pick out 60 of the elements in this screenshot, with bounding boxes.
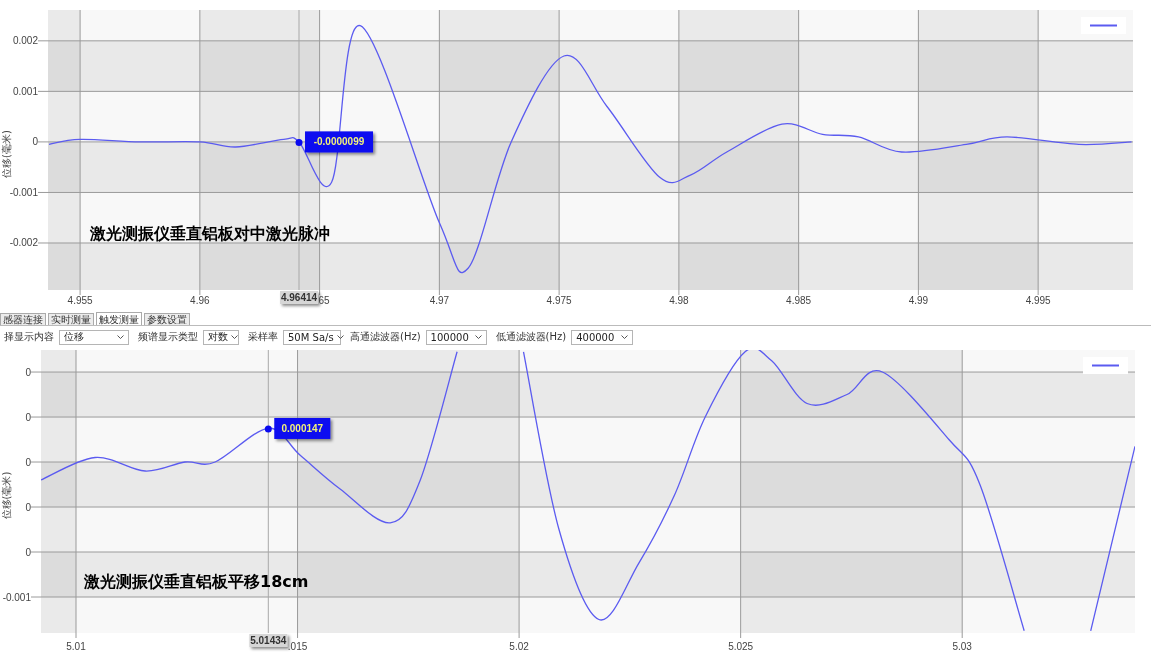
field-label: 高通滤波器(Hz) (350, 330, 421, 344)
field-label: 低通滤波器(Hz) (495, 330, 567, 344)
dropdown-field[interactable]: 100000 (425, 329, 487, 345)
cursor-point (264, 425, 272, 433)
cursor-point (295, 138, 303, 146)
caret-icon (117, 335, 124, 339)
tab[interactable]: 实时测量 (48, 313, 94, 325)
caret-icon (474, 335, 482, 339)
dropdown-field[interactable]: 400000 (571, 329, 634, 345)
axis-tick-label: -0.001 (2, 591, 31, 603)
tab[interactable]: 触发测量 (96, 312, 142, 325)
value-tooltip: -0.0000099 (305, 131, 373, 153)
caret-icon (336, 335, 344, 339)
axis-tick-label: 5.02 (509, 641, 529, 652)
axis-tick-label: 5.01 (66, 641, 86, 652)
caret-icon (621, 335, 629, 339)
axis-tick-label: 4.98 (669, 295, 689, 306)
cursor-line[interactable] (267, 349, 269, 634)
cursor-x-label: 4.96414 (280, 291, 318, 304)
axis-tick-label: 5.03 (952, 641, 972, 652)
axis-tick-label: 0 (25, 411, 31, 423)
axis-tick-label: 4.99 (908, 295, 929, 306)
axis-tick-label: 0 (25, 456, 31, 468)
dropdown-field[interactable]: 位移 (59, 329, 129, 345)
field-label: 频谱显示类型 (138, 330, 198, 344)
legend-swatch (1081, 17, 1126, 34)
dropdown-field[interactable]: 50M Sa/s (283, 329, 341, 345)
cursor-x-label: 5.01434 (249, 634, 288, 647)
axis-tick-label: 4.96 (190, 295, 210, 306)
axis-tick-label: 0 (32, 136, 38, 148)
axis-tick-label: 4.97 (429, 295, 450, 306)
axis-tick-label: 0 (25, 501, 31, 513)
axis-tick-label: -0.002 (9, 237, 38, 249)
cursor-line[interactable] (298, 9, 300, 291)
dropdown-field[interactable]: 对数 (203, 329, 239, 345)
tab[interactable]: 参数设置 (144, 313, 190, 325)
axis-tick-label: 4.975 (546, 295, 572, 306)
axis-tick-label: 0.001 (12, 85, 38, 97)
axis-tick-label: 4.995 (1025, 295, 1051, 306)
tab[interactable]: 感器连接 (0, 313, 46, 325)
axis-tick-label: 0.002 (12, 35, 38, 47)
axis-tick-label: -0.001 (9, 186, 38, 198)
chart-caption: 激光测振仪垂直铝板对中激光脉冲 (90, 224, 330, 243)
annotation: -0.0000099 (313, 136, 365, 148)
field-label: 采样率 (248, 330, 278, 344)
axis-title: 位移(毫米) (1, 471, 12, 520)
axis-tick-label: 0 (25, 546, 31, 558)
field-label: 择显示内容 (4, 330, 54, 344)
axis-tick-label: 65 (318, 295, 330, 306)
axis-tick-label: 4.985 (786, 295, 812, 306)
legend-swatch (1083, 357, 1128, 374)
axis-tick-label: 5.025 (728, 641, 754, 652)
axis-tick-label: .015 (287, 641, 308, 652)
annotation: 0.000147 (281, 422, 324, 434)
value-tooltip: 0.000147 (274, 417, 331, 439)
chart-caption: 激光测振仪垂直铝板平移18cm (84, 572, 309, 591)
axis-tick-label: 0 (25, 366, 31, 378)
axis-title: 位移(毫米) (1, 130, 12, 178)
axis-tick-label: 4.955 (67, 295, 93, 306)
caret-icon (231, 335, 238, 339)
